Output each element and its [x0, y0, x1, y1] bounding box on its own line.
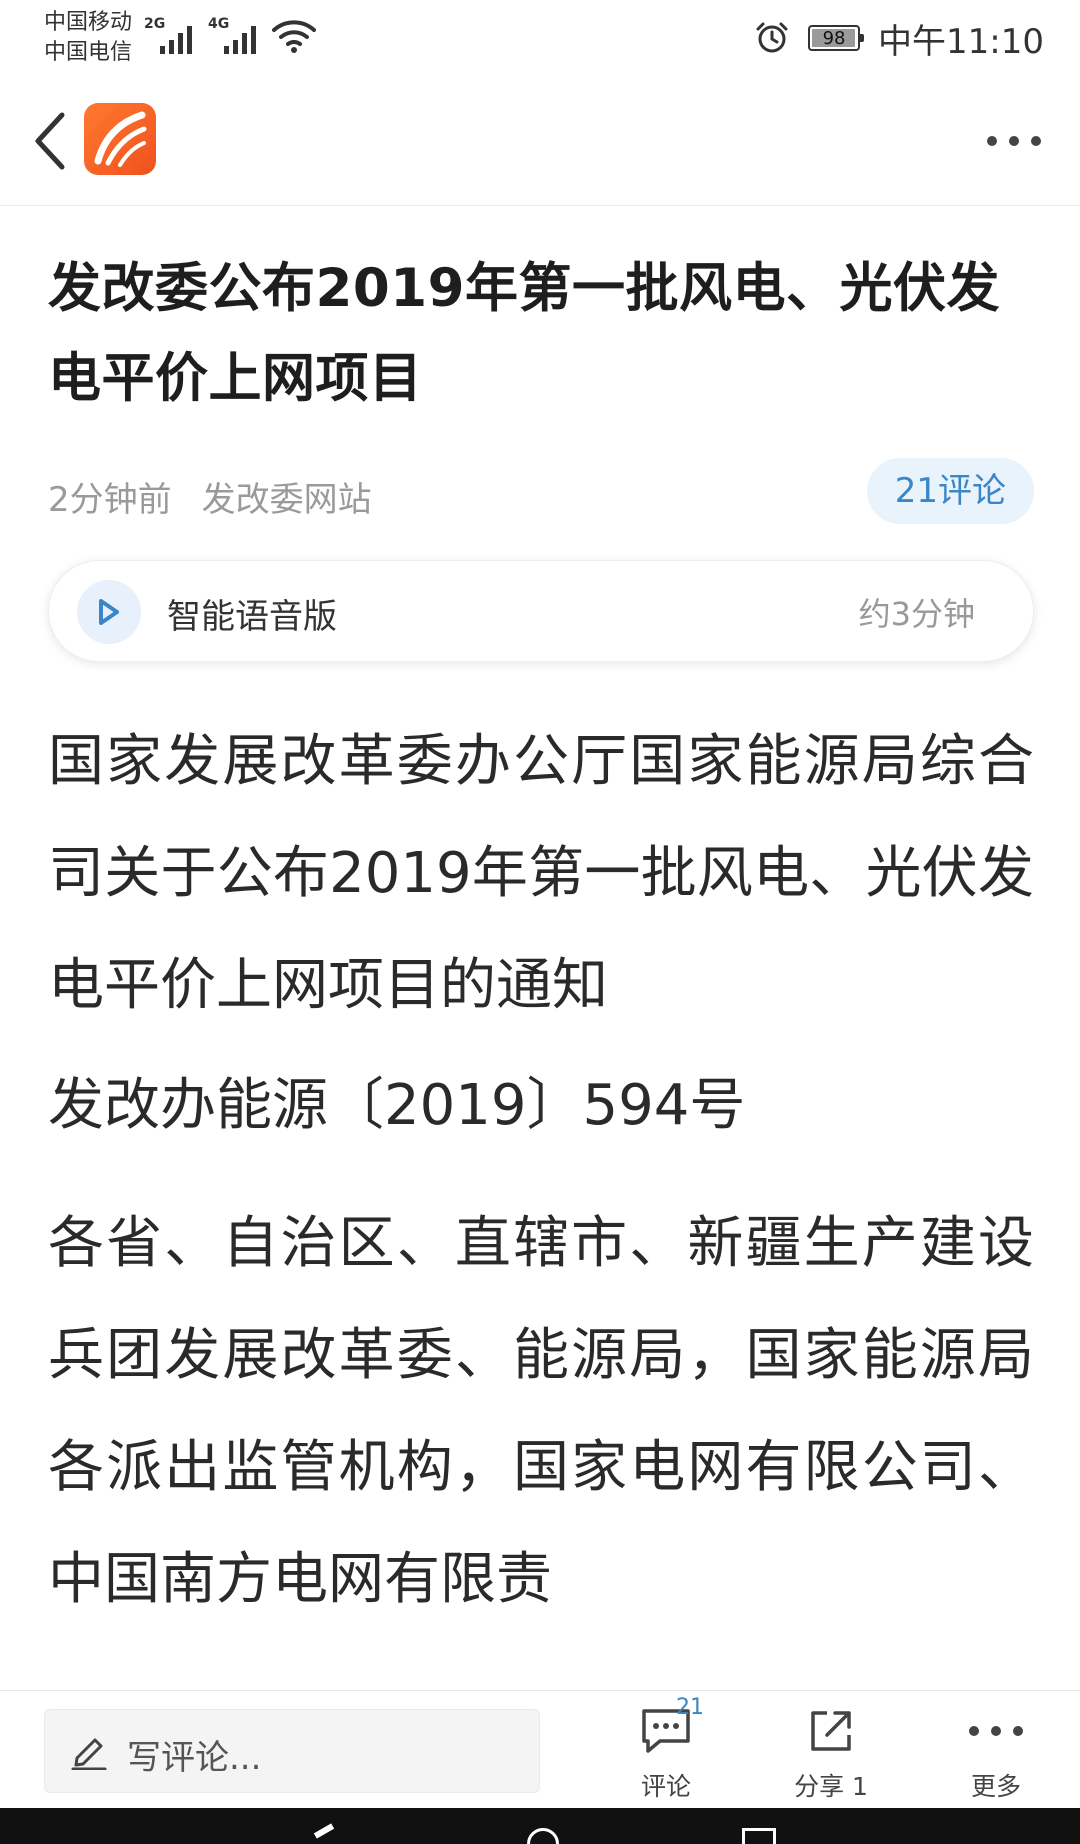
recipients-paragraph: 各省、自治区、直辖市、新疆生产建设兵团发展改革委、能源局，国家能源局各派出监管机…: [48, 1211, 1034, 1612]
system-back-key[interactable]: [313, 1823, 335, 1839]
comment-placeholder: 写评论...: [127, 1738, 262, 1778]
publish-time: 2分钟前: [48, 480, 172, 520]
comments-button[interactable]: 21 评论: [606, 1695, 726, 1801]
carrier-1: 中国移动: [44, 10, 133, 35]
more-label: 更多: [970, 1772, 1021, 1801]
signal-4g-icon: 4G: [208, 16, 264, 56]
audio-label: 智能语音版: [167, 597, 337, 637]
carrier-info: 中国移动 中国电信: [44, 8, 132, 68]
carrier-2: 中国电信: [44, 40, 133, 65]
article-body: 国家发展改革委办公厅国家能源局综合司关于公布2019年第一批风电、光伏发电平价上…: [48, 706, 1034, 1636]
audio-duration: 约3分钟: [858, 595, 975, 633]
app-logo-icon[interactable]: [84, 103, 156, 175]
signal-2g-icon: 2G: [144, 16, 200, 56]
play-button[interactable]: [77, 580, 141, 644]
more-horizontal-icon: [969, 1726, 1023, 1736]
more-options-button[interactable]: [984, 116, 1044, 166]
status-bar: 中国移动 中国电信 2G 4G 98 中午11:10: [0, 0, 1080, 76]
system-recents-key[interactable]: [742, 1828, 776, 1844]
share-label: 分享 1: [794, 1772, 868, 1801]
comment-count-pill[interactable]: 21评论: [866, 458, 1034, 524]
share-button[interactable]: 分享 1: [771, 1701, 891, 1801]
bottom-toolbar: 写评论... 21 评论 分享 1 更多: [0, 1690, 1080, 1808]
article-headline: 发改委公布2019年第一批风电、光伏发电平价上网项目: [48, 258, 1001, 409]
article-source[interactable]: 发改委网站: [202, 480, 372, 520]
share-icon: [811, 1711, 851, 1751]
status-right: 98 中午11:10: [754, 14, 1044, 62]
chevron-left-icon: [35, 112, 65, 170]
pencil-icon: [71, 1738, 107, 1770]
battery-icon: 98: [808, 25, 865, 51]
alarm-clock-icon: [756, 22, 788, 53]
document-number: 发改办能源〔2019〕594号: [48, 1073, 746, 1138]
play-icon: [99, 599, 119, 625]
wifi-icon: [272, 20, 316, 53]
notice-title-paragraph: 国家发展改革委办公厅国家能源局综合司关于公布2019年第一批风电、光伏发电平价上…: [48, 729, 1034, 1018]
top-nav-bar: [0, 76, 1080, 206]
article-content: 发改委公布2019年第一批风电、光伏发电平价上网项目 2分钟前 发改委网站 21评…: [48, 206, 1034, 1636]
more-button[interactable]: 更多: [936, 1701, 1056, 1801]
status-time: 中午11:10: [878, 21, 1044, 62]
system-nav-bar: [0, 1808, 1080, 1844]
article-meta: 2分钟前 发改委网站 21评论: [48, 458, 1034, 530]
comment-badge: 21: [676, 1695, 704, 1720]
more-dots-icon: [987, 136, 1041, 146]
comments-label: 评论: [640, 1772, 691, 1801]
battery-level: 98: [822, 27, 846, 49]
back-button[interactable]: [20, 106, 80, 176]
article-screen: 中国移动 中国电信 2G 4G 98 中午11:10 发改委公布2019年第一批…: [0, 0, 1080, 1844]
comment-input[interactable]: 写评论...: [44, 1709, 540, 1793]
system-home-key[interactable]: [527, 1828, 559, 1844]
audio-version-card[interactable]: 智能语音版 约3分钟: [48, 560, 1034, 662]
